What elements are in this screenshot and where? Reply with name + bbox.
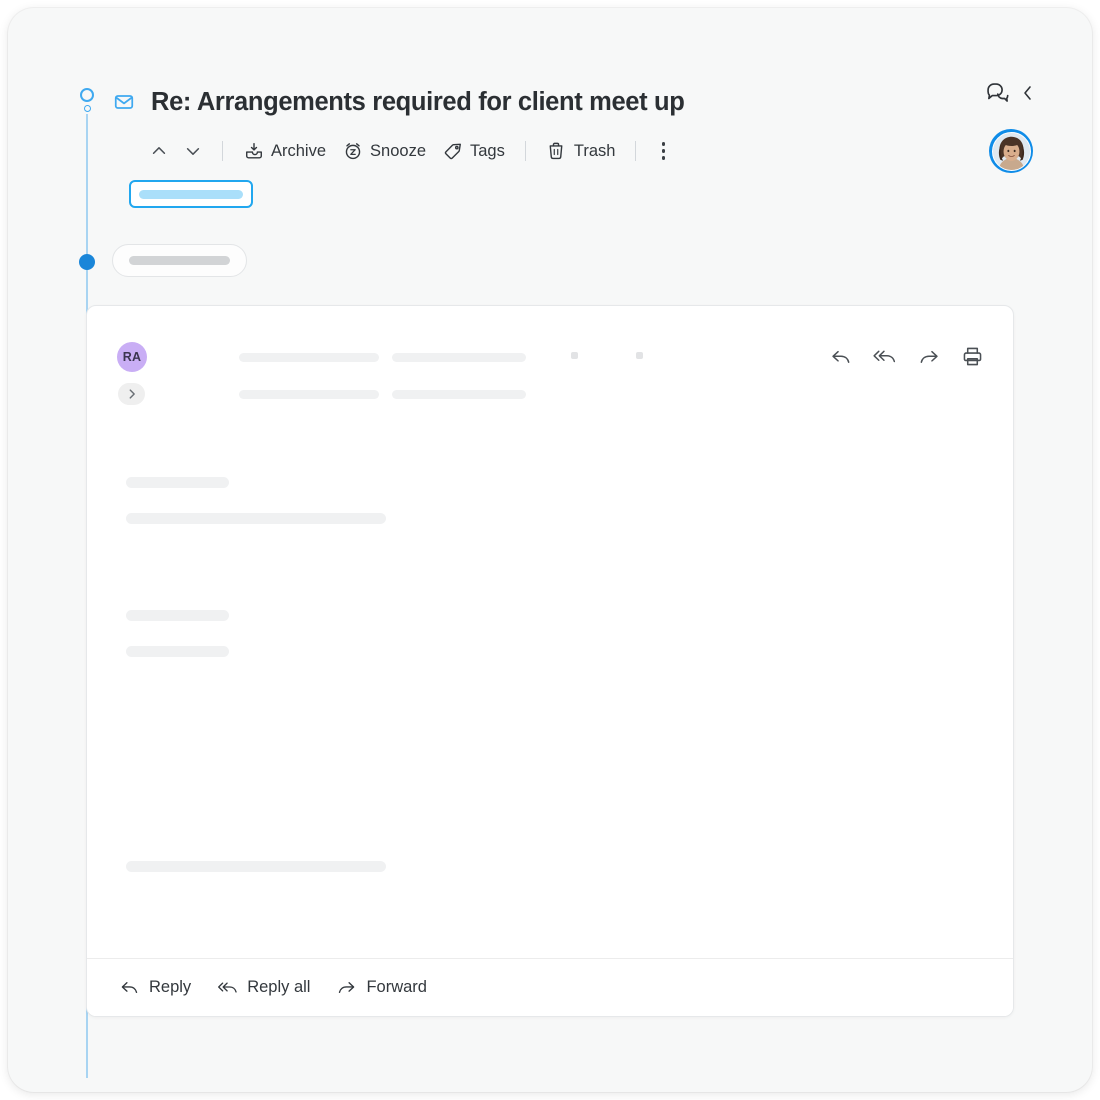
- reply-button[interactable]: Reply: [119, 977, 191, 998]
- reply-all-label: Reply all: [247, 978, 311, 996]
- message-toolbar: Archive Snooze Tags Trash: [142, 132, 678, 170]
- recipient-placeholder: [239, 390, 379, 399]
- toolbar-divider: [222, 141, 223, 161]
- previous-message-button[interactable]: [142, 142, 176, 160]
- kebab-dot-1: [661, 142, 666, 146]
- snooze-label: Snooze: [370, 141, 426, 160]
- toolbar-divider-3: [635, 141, 637, 161]
- thread-item-placeholder-bar: [139, 189, 243, 199]
- reply-all-button[interactable]: Reply all: [217, 977, 310, 998]
- message-action-icons: [828, 344, 985, 369]
- avatar-photo: [991, 131, 1031, 171]
- kebab-dot-3: [661, 156, 666, 160]
- forward-button[interactable]: Forward: [336, 977, 427, 998]
- tags-label: Tags: [470, 141, 505, 160]
- body-line-placeholder: [126, 861, 386, 872]
- message-footer: Reply Reply all Forward: [87, 958, 1013, 1016]
- reply-all-icon: [217, 977, 238, 998]
- meta-dot-placeholder: [636, 352, 643, 359]
- tag-icon: [442, 141, 463, 162]
- thread-rail-top-dot-icon: [83, 105, 91, 112]
- meta-dot-placeholder: [571, 352, 578, 359]
- message-header: RA: [87, 306, 1013, 414]
- archive-button[interactable]: Archive: [235, 137, 334, 166]
- toolbar-divider-2: [524, 141, 526, 161]
- collapse-panel-chevron-left-icon[interactable]: [1020, 81, 1034, 105]
- date-placeholder: [392, 390, 526, 399]
- snooze-button[interactable]: Snooze: [334, 137, 434, 166]
- reply-all-icon[interactable]: [872, 344, 897, 369]
- sender-avatar[interactable]: RA: [117, 342, 147, 372]
- message-card: RA Reply Reply all Forward: [86, 305, 1014, 1017]
- thread-rail-top-ring-icon: [80, 88, 94, 102]
- kebab-dot-2: [661, 149, 666, 153]
- message-body: [87, 414, 1013, 958]
- page-title: Re: Arrangements required for client mee…: [151, 87, 685, 116]
- trash-icon: [546, 141, 567, 162]
- user-avatar[interactable]: [989, 129, 1033, 173]
- snooze-clock-icon: [342, 141, 363, 162]
- more-options-icon[interactable]: [648, 136, 678, 166]
- archive-icon: [243, 141, 264, 162]
- sender-email-placeholder: [392, 353, 526, 362]
- envelope-icon: [112, 90, 136, 114]
- comments-icon[interactable]: [984, 80, 1010, 106]
- body-line-placeholder: [126, 513, 386, 524]
- reply-label: Reply: [149, 978, 192, 996]
- thread-rail-node[interactable]: [79, 254, 95, 270]
- thread-item-selected[interactable]: [129, 180, 253, 208]
- forward-icon[interactable]: [916, 344, 941, 369]
- forward-icon: [336, 977, 357, 998]
- reply-icon[interactable]: [828, 344, 853, 369]
- next-message-button[interactable]: [176, 142, 210, 160]
- expand-details-button[interactable]: [118, 383, 145, 405]
- archive-label: Archive: [271, 141, 327, 160]
- body-line-placeholder: [126, 646, 229, 657]
- thread-item-collapsed[interactable]: [112, 244, 247, 277]
- tags-button[interactable]: Tags: [434, 137, 513, 166]
- forward-label: Forward: [366, 978, 427, 996]
- trash-label: Trash: [573, 141, 616, 160]
- body-line-placeholder: [126, 477, 229, 488]
- trash-button[interactable]: Trash: [538, 137, 624, 166]
- print-icon[interactable]: [960, 344, 985, 369]
- reply-icon: [119, 977, 140, 998]
- body-line-placeholder: [126, 610, 229, 621]
- header-actions: [984, 80, 1034, 106]
- app-window: Re: Arrangements required for client mee…: [8, 8, 1092, 1092]
- page-header: Re: Arrangements required for client mee…: [112, 82, 1032, 122]
- thread-item-placeholder-bar: [129, 256, 230, 265]
- sender-name-placeholder: [239, 353, 379, 362]
